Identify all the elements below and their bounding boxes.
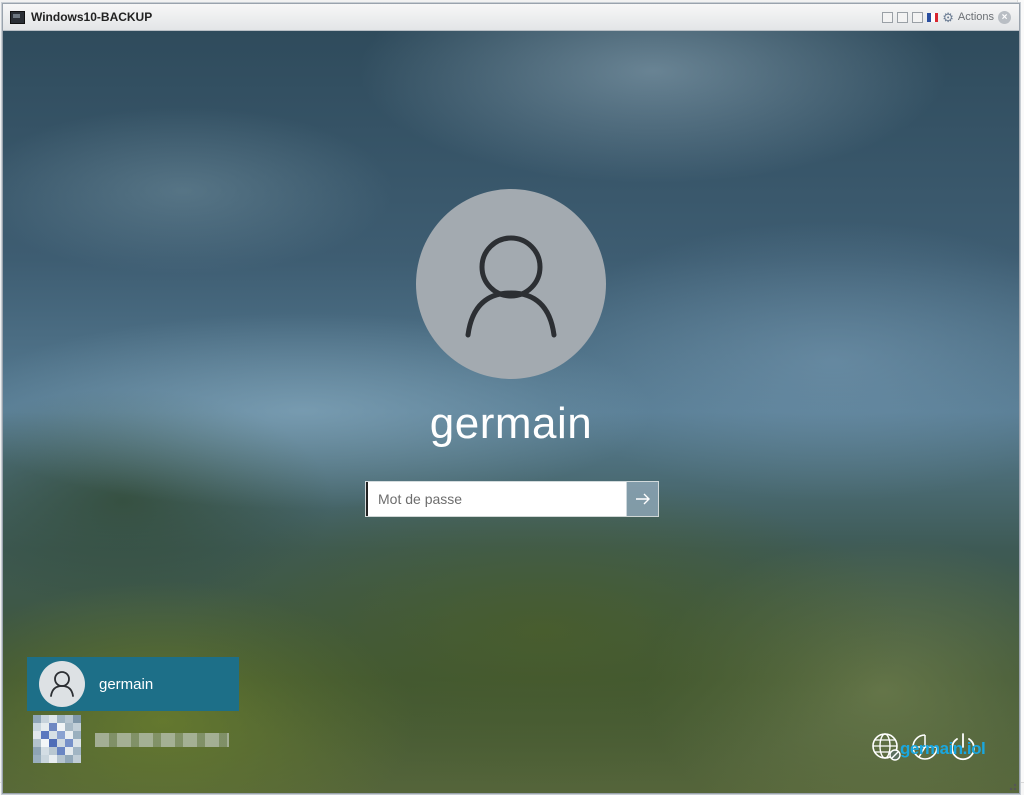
restore-box-icon[interactable] bbox=[897, 11, 909, 23]
minimize-box-icon[interactable] bbox=[882, 11, 894, 23]
lock-screen: germain germain germain.iol bbox=[3, 31, 1019, 793]
console-icon bbox=[10, 11, 25, 24]
person-icon bbox=[50, 671, 74, 697]
username-heading: germain bbox=[429, 399, 593, 448]
watermark: germain.iol bbox=[900, 739, 986, 758]
user-tile-other[interactable] bbox=[33, 715, 233, 763]
gear-icon[interactable]: ⚙ bbox=[942, 11, 954, 24]
person-icon bbox=[465, 235, 557, 338]
pixelated-name bbox=[95, 733, 229, 747]
user-avatar bbox=[416, 189, 606, 379]
resize-grip[interactable] bbox=[1007, 781, 1017, 791]
close-icon[interactable]: × bbox=[998, 10, 1011, 24]
pixelated-avatar bbox=[33, 715, 81, 763]
network-icon[interactable] bbox=[871, 731, 903, 763]
flag-icon[interactable] bbox=[927, 12, 939, 22]
password-box bbox=[365, 481, 659, 517]
user-avatar-small bbox=[39, 661, 85, 707]
actions-menu[interactable]: Actions bbox=[958, 11, 994, 23]
user-tile-selected[interactable]: germain bbox=[27, 657, 239, 711]
window-controls: ⚙ Actions × bbox=[882, 9, 1011, 25]
window-titlebar[interactable]: Windows10-BACKUP ⚙ Actions × bbox=[3, 4, 1019, 31]
password-input[interactable] bbox=[366, 482, 626, 516]
console-window: Windows10-BACKUP ⚙ Actions × germain ger… bbox=[2, 3, 1020, 794]
submit-button[interactable] bbox=[626, 482, 658, 516]
arrow-right-icon bbox=[635, 493, 650, 505]
user-tile-label: germain bbox=[99, 675, 154, 693]
window-title: Windows10-BACKUP bbox=[31, 10, 153, 24]
maximize-box-icon[interactable] bbox=[912, 11, 924, 23]
